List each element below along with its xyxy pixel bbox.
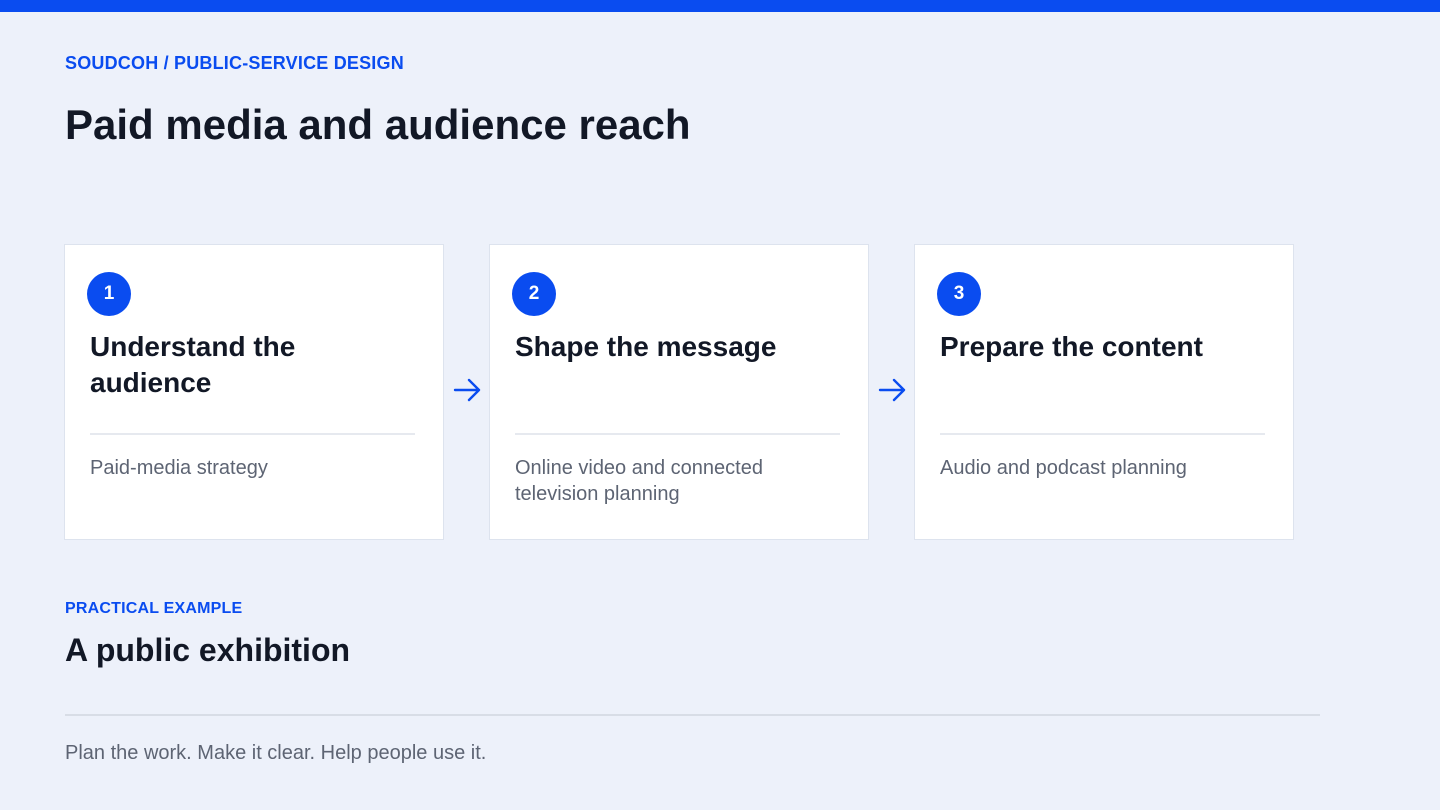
- step-title: Prepare the content: [940, 331, 1203, 362]
- step-card-2: 2 Shape the message Online video and con…: [489, 244, 869, 540]
- step-card-3: 3 Prepare the content Audio and podcast …: [914, 244, 1294, 540]
- step-number-badge: 2: [512, 272, 556, 316]
- step-description: Paid-media strategy: [90, 457, 268, 479]
- arrow-right-icon: [878, 378, 906, 402]
- step-title: Shape the message: [515, 331, 777, 362]
- card-divider: [940, 433, 1265, 435]
- step-number-badge: 3: [937, 272, 981, 316]
- step-card-1: 1 Understand the audience Paid-media str…: [64, 244, 444, 540]
- step-description: Online video and connected television pl…: [515, 457, 763, 505]
- example-label: PRACTICAL EXAMPLE: [65, 600, 243, 617]
- page-title: Paid media and audience reach: [65, 101, 691, 148]
- step-description: Audio and podcast planning: [940, 457, 1187, 479]
- breadcrumb: SOUDCOH / PUBLIC-SERVICE DESIGN: [65, 53, 404, 73]
- footer-tagline: Plan the work. Make it clear. Help peopl…: [65, 742, 487, 764]
- footer-divider: [65, 714, 1320, 716]
- step-title: Understand the audience: [90, 331, 296, 398]
- arrow-right-icon: [453, 378, 481, 402]
- step-number-badge: 1: [87, 272, 131, 316]
- card-divider: [515, 433, 840, 435]
- top-accent-bar: [0, 0, 1440, 12]
- example-title: A public exhibition: [65, 632, 351, 668]
- card-divider: [90, 433, 415, 435]
